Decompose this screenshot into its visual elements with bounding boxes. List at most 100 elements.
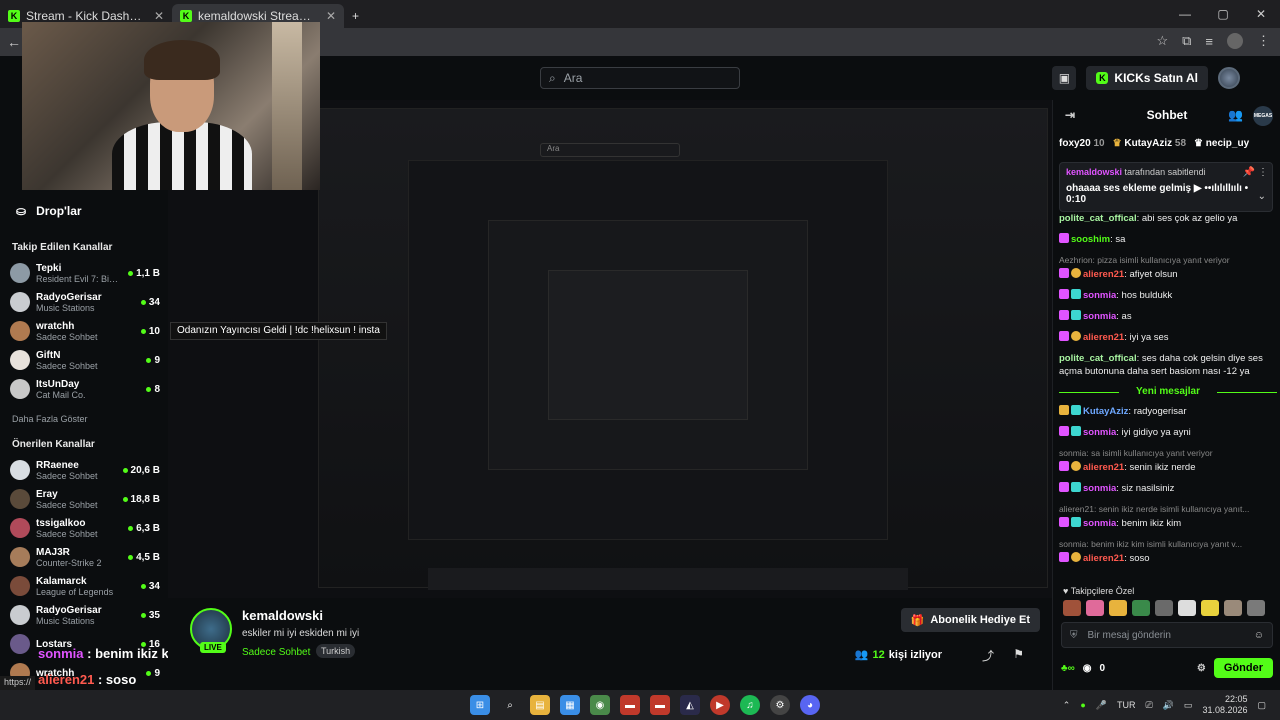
send-button[interactable]: Gönder [1213,658,1273,678]
maximize-icon[interactable]: ▢ [1204,0,1242,28]
chat-title: Sohbet [1146,108,1188,122]
user-avatar[interactable] [1218,67,1240,89]
media-player-icon[interactable]: ▶ [710,695,730,715]
volume-icon[interactable]: 🔊 [1163,700,1174,711]
app-icon[interactable]: ◭ [680,695,700,715]
emote[interactable] [1132,600,1150,616]
search-input[interactable]: ⌕ Ara [540,67,740,89]
followed-channel[interactable]: GiftN Sadece Sohbet 9 [10,347,160,373]
language-indicator[interactable]: TUR [1117,700,1136,710]
close-window-icon[interactable]: ✕ [1242,0,1280,28]
live-dot [140,299,146,305]
chat-username[interactable]: sonmia [1083,483,1116,494]
chat-username[interactable]: KutayAziz [1083,406,1128,417]
library-icon[interactable]: ▣ [1052,66,1077,90]
menu-list-icon[interactable]: ≡ [1205,34,1213,49]
emote[interactable] [1247,600,1265,616]
users-icon[interactable]: 👥 [1228,108,1243,122]
status-icon[interactable]: ● [1080,700,1085,710]
gear-icon[interactable]: ⚙ [1197,663,1206,674]
app-icon[interactable]: ▬ [620,695,640,715]
search-icon[interactable]: ⌕ [500,695,520,715]
chevron-down-icon[interactable]: ⌄ [1258,191,1266,202]
channel-points-icon[interactable]: ♣∞ [1061,663,1075,674]
collapse-chat-icon[interactable]: ⇥ [1065,108,1075,122]
close-icon[interactable]: ✕ [154,9,164,23]
followed-channel[interactable]: Tepki Resident Evil 7: Bioha... 1,1 B [10,260,160,286]
emote[interactable] [1086,600,1104,616]
streamer-name[interactable]: kemaldowski [242,608,323,623]
emoji-icon[interactable]: ☺ [1254,630,1264,641]
recommended-channel[interactable]: RRaenee Sadece Sohbet 20,6 B [10,457,160,483]
chat-username[interactable]: alieren21 [1083,269,1124,280]
chat-username[interactable]: alieren21 [1083,553,1124,564]
gifter[interactable]: ♛ necip_uy [1194,138,1249,149]
buy-kicks-button[interactable]: K KICKs Satın Al [1086,66,1208,90]
pinned-message[interactable]: kemaldowski tarafından sabitlendi ohaaaa… [1059,162,1273,212]
recommended-channel[interactable]: Kalamarck League of Legends 34 [10,573,160,599]
chat-username[interactable]: sonmia [1083,311,1116,322]
followed-channel[interactable]: ItsUnDay Cat Mail Co. 8 [10,376,160,402]
emote[interactable] [1155,600,1173,616]
recommended-channel[interactable]: tssigalkoo Sadece Sohbet 6,3 B [10,515,160,541]
emote[interactable] [1201,600,1219,616]
recommended-channel[interactable]: Eray Sadece Sohbet 18,8 B [10,486,160,512]
gifter-name: necip_uy [1205,138,1250,149]
pin-icon[interactable]: 📌 ⋮ [1243,167,1268,178]
spotify-icon[interactable]: ♫ [740,695,760,715]
channel-name: RadyoGerisar [36,291,102,303]
emote[interactable] [1063,600,1081,616]
new-messages-divider[interactable]: Yeni mesajlar [1059,386,1277,397]
discord-icon[interactable]: ◕ [800,695,820,715]
notification-icon[interactable]: ▢ [1257,700,1266,711]
stream-tag[interactable]: Turkish [316,644,356,658]
photos-icon[interactable]: ▦ [560,695,580,715]
close-icon[interactable]: ✕ [326,9,336,23]
chat-username[interactable]: alieren21 [1083,462,1124,473]
followed-channel[interactable]: wratchh Sadece Sohbet 10 [10,318,160,344]
gifter[interactable]: foxy20 10 [1059,138,1105,149]
extensions-icon[interactable]: ⧉ [1182,33,1191,49]
window-controls: — ▢ ✕ [1166,0,1280,28]
chevron-up-icon[interactable]: ⌃ [1063,700,1071,711]
emote[interactable] [1109,600,1127,616]
chat-username[interactable]: polite_cat_offical [1059,353,1137,364]
clock[interactable]: 22:05 31.08.2026 [1202,694,1247,716]
more-icon[interactable]: ⋮ [1257,33,1270,49]
gifter-badge-icon [1071,310,1081,320]
chat-input[interactable]: ⛨ Bir mesaj gönderin ☺ [1061,622,1273,648]
battery-icon[interactable]: ▭ [1184,700,1193,711]
recommended-channel[interactable]: MAJ3R Counter-Strike 2 4,5 B [10,544,160,570]
drops-label: Drop'lar [36,204,82,218]
minimize-icon[interactable]: — [1166,0,1204,28]
stream-category[interactable]: Sadece Sohbet [242,647,310,658]
chrome-icon[interactable]: ◉ [590,695,610,715]
chat-username[interactable]: sooshim [1071,234,1110,245]
gifter[interactable]: ♛ KutayAziz 58 [1113,138,1186,149]
mic-icon[interactable]: 🎤 [1096,700,1107,711]
show-more-link[interactable]: Daha Fazla Göster [12,414,88,424]
new-tab-button[interactable]: + [344,4,368,28]
browser-profile-avatar[interactable] [1227,33,1243,49]
chat-username[interactable]: sonmia [1083,290,1116,301]
network-icon[interactable]: ⎚ [1146,700,1153,711]
chat-username[interactable]: sonmia [1083,427,1116,438]
windows-start-icon[interactable]: ⊞ [470,695,490,715]
emote[interactable] [1178,600,1196,616]
app-icon[interactable]: ▬ [650,695,670,715]
chat-username[interactable]: sonmia [1083,518,1116,529]
users-icon: 👥 [854,649,869,661]
share-icon[interactable]: ⤴ [982,647,994,664]
drops-link[interactable]: ⛀ Drop'lar [16,204,82,218]
chat-username[interactable]: alieren21 [1083,332,1124,343]
steam-icon[interactable]: ⚙ [770,695,790,715]
live-badge: LIVE [200,642,226,653]
chat-username[interactable]: polite_cat_offical [1059,213,1137,224]
gift-sub-button[interactable]: 🎁 Abonelik Hediye Et [900,608,1040,632]
recommended-channel[interactable]: RadyoGerisar Music Stations 35 [10,602,160,628]
followed-channel[interactable]: RadyoGerisar Music Stations 34 [10,289,160,315]
more-options-icon[interactable]: ⚑ [1013,647,1024,661]
star-icon[interactable]: ☆ [1156,33,1168,49]
emote[interactable] [1224,600,1242,616]
file-explorer-icon[interactable]: ▤ [530,695,550,715]
